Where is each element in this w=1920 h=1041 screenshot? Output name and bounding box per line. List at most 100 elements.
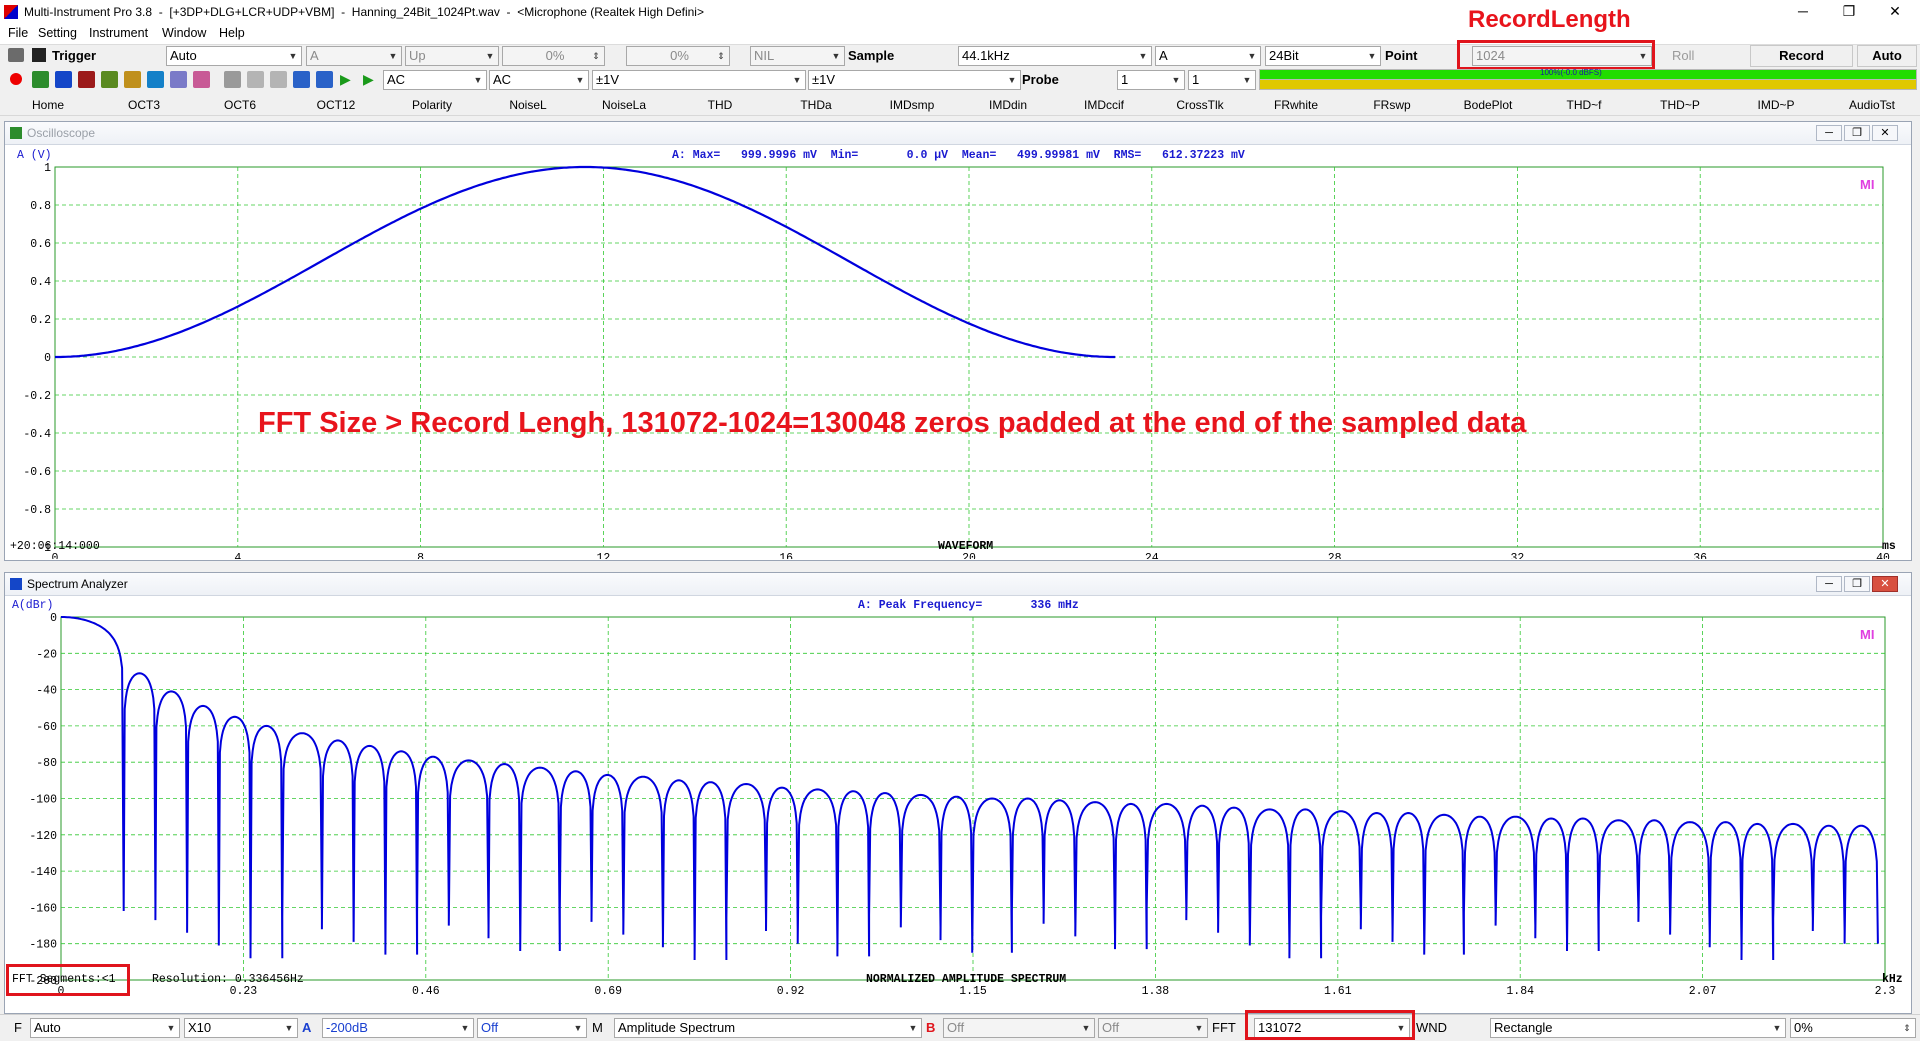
menu-window[interactable]: Window (162, 26, 206, 40)
save-icon[interactable] (32, 48, 46, 62)
frequency-mode-select[interactable]: Auto ▼ (30, 1018, 180, 1038)
menu-setting[interactable]: Setting (38, 26, 77, 40)
channel-select[interactable]: A ▼ (1155, 46, 1261, 66)
record-length-annotation: RecordLength (1468, 6, 1631, 33)
tab-imddin[interactable]: IMDdin (960, 98, 1056, 112)
tab-thd[interactable]: THD (672, 98, 768, 112)
nil-select[interactable]: NIL ▼ (750, 46, 845, 66)
trigger-delay-spinner[interactable]: 0% ⇕ (626, 46, 730, 66)
trigger-channel-select[interactable]: A ▼ (306, 46, 402, 66)
oscilloscope-icon[interactable] (32, 71, 49, 88)
tab-crosstlk[interactable]: CrossTlk (1152, 98, 1248, 112)
tab-frwhite[interactable]: FRwhite (1248, 98, 1344, 112)
spectrum-icon[interactable] (55, 71, 72, 88)
trigger-edge-select[interactable]: Up ▼ (405, 46, 499, 66)
macro-tabs: Home OCT3 OCT6 OCT12 Polarity NoiseL NoiseLa TH… (0, 95, 1920, 115)
auto-button[interactable]: Auto (1857, 45, 1917, 67)
dso-icon[interactable] (170, 71, 187, 88)
tab-oct3[interactable]: OCT3 (96, 98, 192, 112)
tab-thda[interactable]: THDa (768, 98, 864, 112)
record-dot-icon[interactable] (10, 73, 22, 85)
osc-statistics: A: Max= 999.9996 mV Min= 0.0 µV Mean= 49… (672, 149, 1245, 162)
x-tick-label: 0.69 (594, 985, 622, 998)
phase-plot-icon[interactable] (124, 71, 141, 88)
y-tick-label: -0.4 (23, 428, 51, 441)
x-tick-label: 1.61 (1324, 985, 1352, 998)
menu-help[interactable]: Help (219, 26, 245, 40)
oscilloscope-plot[interactable]: 0 4 8 12 16 20 24 28 32 36 40 1 0.8 0.6 0.4 0.2 0 -0.2 -0.… (5, 145, 1909, 559)
record-button[interactable]: Record (1750, 45, 1853, 67)
trigger-mode-select[interactable]: Auto ▼ (166, 46, 302, 66)
bit-depth-select[interactable]: 24Bit ▼ (1265, 46, 1381, 66)
panel-close-icon[interactable]: ✕ (1872, 576, 1898, 592)
a-off-select[interactable]: Off ▼ (477, 1018, 587, 1038)
sample-rate-select[interactable]: 44.1kHz ▼ (958, 46, 1152, 66)
tab-home[interactable]: Home (0, 98, 96, 112)
tab-oct12[interactable]: OCT12 (288, 98, 384, 112)
play-loop-icon[interactable]: ▶ (363, 71, 374, 88)
tab-imd-p[interactable]: IMD~P (1728, 98, 1824, 112)
menu-instrument[interactable]: Instrument (89, 26, 148, 40)
window-function-select[interactable]: Rectangle ▼ (1490, 1018, 1786, 1038)
panel-minimize-icon[interactable]: ─ (1816, 576, 1842, 592)
y-tick-label: -0.6 (23, 466, 51, 479)
oscilloscope-header[interactable]: Oscilloscope ─ ❐ ✕ (5, 122, 1911, 145)
x-tick-label: 16 (779, 552, 793, 559)
range-a-select[interactable]: ±1V ▼ (592, 70, 806, 90)
tab-noisela[interactable]: NoiseLa (576, 98, 672, 112)
calibration-icon[interactable] (224, 71, 241, 88)
tab-oct6[interactable]: OCT6 (192, 98, 288, 112)
tab-thd-p[interactable]: THD~P (1632, 98, 1728, 112)
tab-bodeplot[interactable]: BodePlot (1440, 98, 1536, 112)
data-logger-icon[interactable] (193, 71, 210, 88)
tab-thd-f[interactable]: THD~f (1536, 98, 1632, 112)
nil-value: NIL (754, 48, 775, 63)
a-label: A (302, 1020, 312, 1035)
sound-card-icon[interactable] (247, 71, 264, 88)
roll-label[interactable]: Roll (1672, 48, 1694, 63)
panel-close-icon[interactable]: ✕ (1872, 125, 1898, 141)
menu-file[interactable]: File (8, 26, 28, 40)
tab-imdccif[interactable]: IMDccif (1056, 98, 1152, 112)
tab-noisel[interactable]: NoiseL (480, 98, 576, 112)
spectrum-plot[interactable]: 0 0.23 0.46 0.69 0.92 1.15 1.38 1.61 1.84 2.07 2.3… (5, 596, 1909, 1010)
range-b-select[interactable]: ±1V ▼ (808, 70, 1021, 90)
open-icon[interactable] (8, 48, 24, 62)
fft-label: FFT (1212, 1020, 1236, 1035)
panel-restore-icon[interactable]: ❐ (1844, 125, 1870, 141)
sensitivity-icon[interactable] (270, 71, 287, 88)
chevron-down-icon: ▼ (1242, 75, 1252, 85)
measurement-mode-select[interactable]: Amplitude Spectrum ▼ (614, 1018, 922, 1038)
trigger-level-spinner[interactable]: 0% ⇕ (502, 46, 605, 66)
chevron-down-icon: ▼ (388, 51, 398, 61)
b-off-select[interactable]: Off ▼ (943, 1018, 1095, 1038)
probe-b-select[interactable]: 1 ▼ (1188, 70, 1256, 90)
minimize-button[interactable]: ─ (1780, 0, 1826, 24)
b-off2-value: Off (1102, 1020, 1120, 1035)
bit-depth-value: 24Bit (1269, 48, 1299, 63)
probe-a-select[interactable]: 1 ▼ (1117, 70, 1185, 90)
tab-frswp[interactable]: FRswp (1344, 98, 1440, 112)
overlap-spinner[interactable]: 0% ⇕ (1790, 1018, 1916, 1038)
spectrum-header[interactable]: Spectrum Analyzer ─ ❐ ✕ (5, 573, 1911, 596)
coupling-b-select[interactable]: AC ▼ (489, 70, 589, 90)
a-range-select[interactable]: -200dB ▼ (322, 1018, 474, 1038)
multimeter-icon[interactable] (101, 71, 118, 88)
tab-imdsmp[interactable]: IMDsmp (864, 98, 960, 112)
dds-generator-icon[interactable] (147, 71, 164, 88)
panel-minimize-icon[interactable]: ─ (1816, 125, 1842, 141)
spectrogram-icon[interactable] (78, 71, 95, 88)
tools-icon[interactable] (293, 71, 310, 88)
speaker-icon[interactable] (316, 71, 333, 88)
maximize-button[interactable]: ❐ (1826, 0, 1872, 24)
tab-polarity[interactable]: Polarity (384, 98, 480, 112)
panel-restore-icon[interactable]: ❐ (1844, 576, 1870, 592)
coupling-a-select[interactable]: AC ▼ (383, 70, 487, 90)
x-tick-label: 1.15 (959, 985, 987, 998)
b-off2-select[interactable]: Off ▼ (1098, 1018, 1208, 1038)
x-tick-label: 28 (1328, 552, 1342, 559)
close-button[interactable]: ✕ (1872, 0, 1918, 24)
zoom-select[interactable]: X10 ▼ (184, 1018, 298, 1038)
tab-audiotst[interactable]: AudioTst (1824, 98, 1920, 112)
play-icon[interactable]: ▶ (340, 71, 351, 88)
